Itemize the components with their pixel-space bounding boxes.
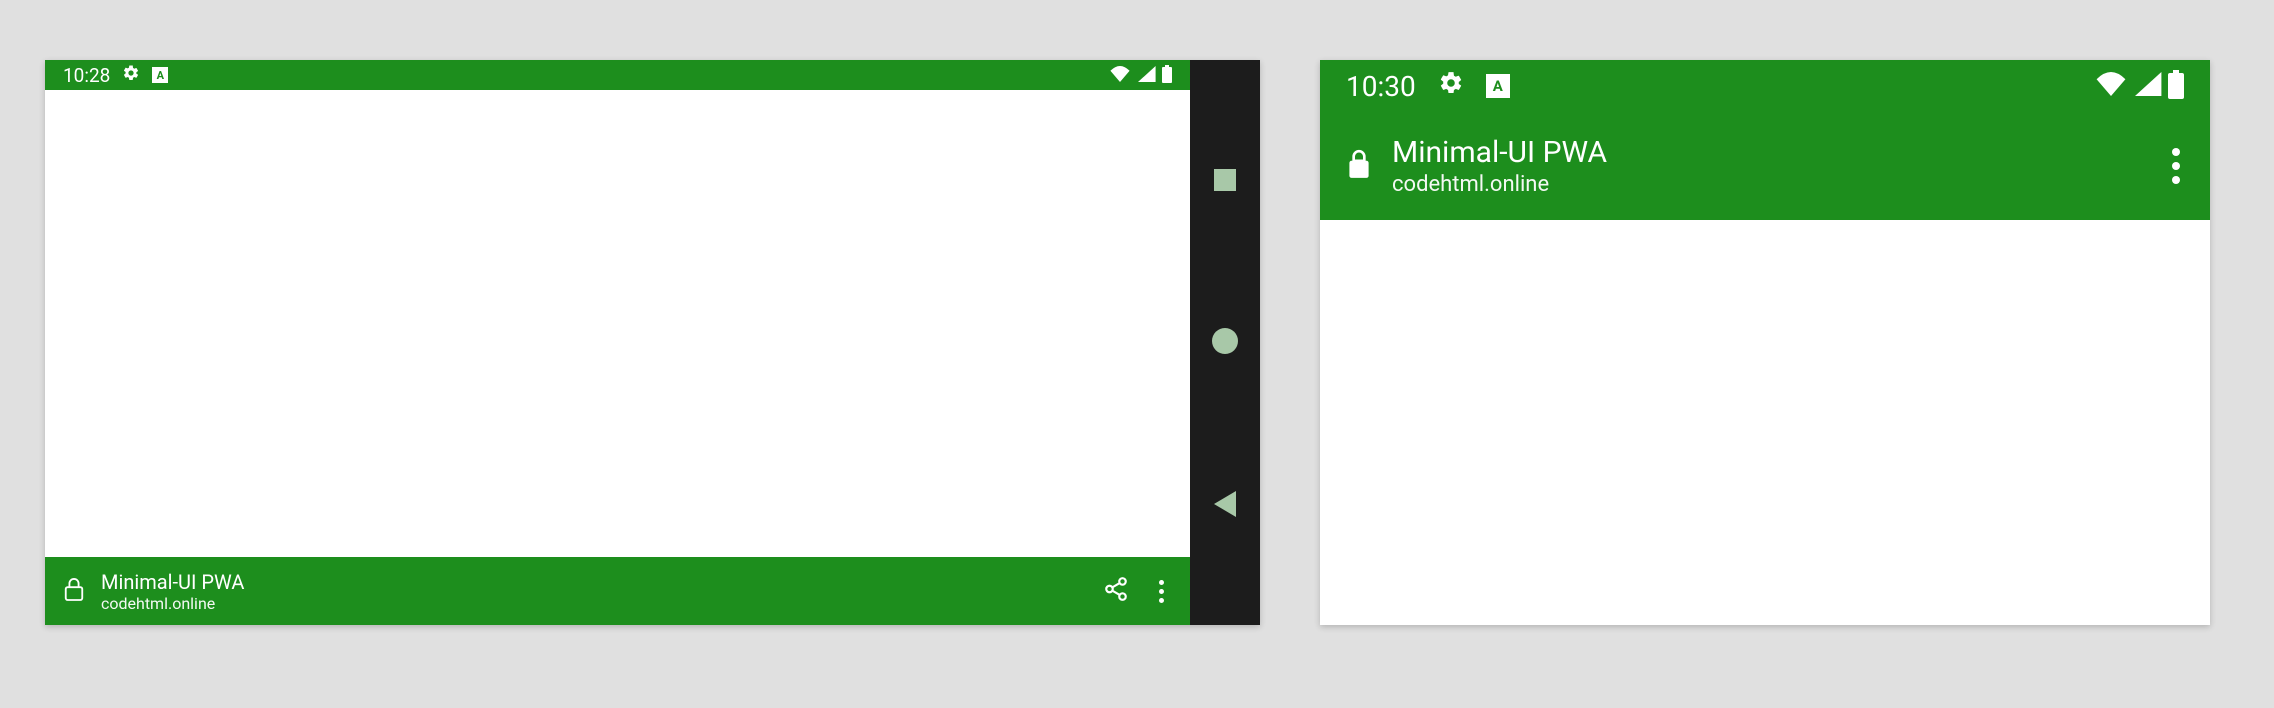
status-bar: 10:28 A: [45, 60, 1190, 90]
app-bar-left: Minimal-UI PWA codehtml.online: [1346, 135, 1607, 197]
lock-outline-icon: [63, 576, 85, 606]
more-vert-icon[interactable]: [1159, 580, 1164, 603]
device-landscape: 10:28 A: [45, 60, 1260, 625]
gear-icon: [1438, 70, 1464, 103]
lock-fill-icon: [1346, 148, 1372, 184]
signal-icon: [2132, 70, 2162, 103]
app-host: codehtml.online: [1392, 172, 1607, 197]
status-time: 10:28: [63, 64, 110, 87]
status-right: [1110, 64, 1172, 87]
overview-button[interactable]: [1214, 169, 1236, 191]
status-left: 10:28 A: [63, 64, 168, 87]
system-navbar: [1190, 60, 1260, 625]
wifi-icon: [1110, 64, 1130, 87]
app-bar-text: Minimal-UI PWA codehtml.online: [101, 570, 244, 613]
screen-area: 10:28 A: [45, 60, 1190, 625]
app-bar-bottom: Minimal-UI PWA codehtml.online: [45, 557, 1190, 625]
app-bar-actions: [1103, 576, 1164, 606]
gear-icon: [122, 64, 140, 87]
home-button[interactable]: [1212, 328, 1238, 354]
signal-icon: [1136, 64, 1156, 87]
app-badge-icon: A: [152, 67, 168, 83]
back-button[interactable]: [1214, 491, 1236, 517]
share-icon[interactable]: [1103, 576, 1129, 606]
webview-content[interactable]: [45, 90, 1190, 557]
device-portrait: 10:30 A Minimal-UI PWA codehtml.online: [1320, 60, 2210, 625]
app-title: Minimal-UI PWA: [1392, 135, 1607, 170]
status-left: 10:30 A: [1346, 70, 1510, 103]
battery-icon: [1162, 67, 1172, 83]
more-vert-icon[interactable]: [2172, 148, 2180, 184]
wifi-icon: [2096, 70, 2126, 103]
battery-icon: [2168, 73, 2184, 99]
webview-content[interactable]: [1320, 220, 2210, 625]
app-bar-left: Minimal-UI PWA codehtml.online: [63, 570, 244, 613]
app-bar-top: Minimal-UI PWA codehtml.online: [1320, 112, 2210, 220]
status-right: [2096, 70, 2184, 103]
status-bar: 10:30 A: [1320, 60, 2210, 112]
app-bar-text: Minimal-UI PWA codehtml.online: [1392, 135, 1607, 197]
app-host: codehtml.online: [101, 594, 244, 613]
app-title: Minimal-UI PWA: [101, 570, 244, 594]
status-time: 10:30: [1346, 70, 1416, 103]
app-badge-icon: A: [1486, 74, 1510, 98]
